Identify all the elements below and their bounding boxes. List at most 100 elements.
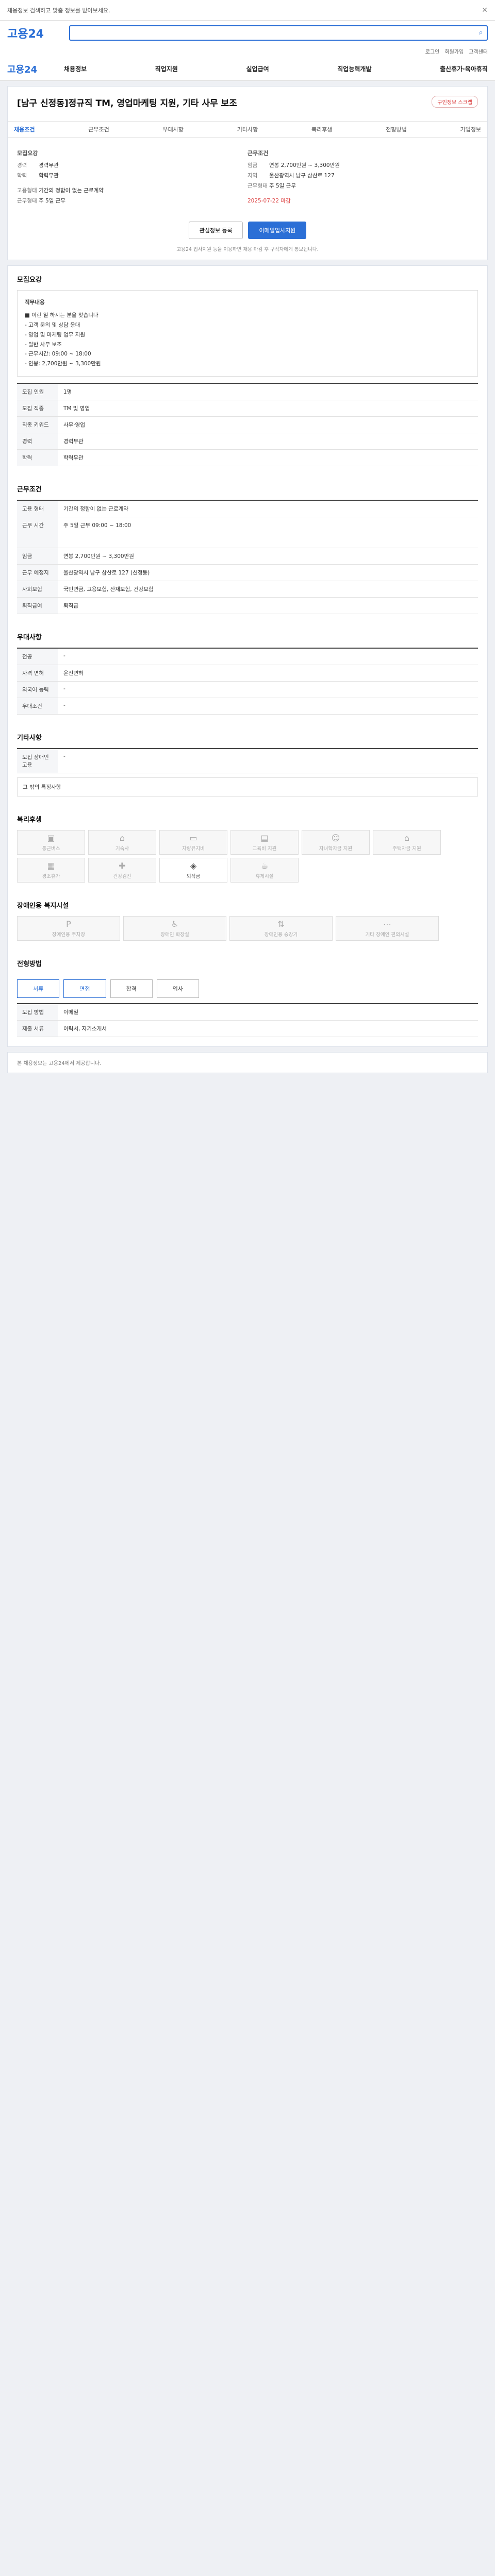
toilet-icon: ♿ [171, 919, 179, 929]
table-row: 제출 서류 이력서, 자기소개서 [17, 1021, 478, 1038]
row-value: 이력서, 자기소개서 [63, 1026, 107, 1032]
row-value: 경력무관 [63, 438, 84, 445]
elevator-icon: ⇅ [277, 919, 285, 929]
row-label: 모집 인원 [17, 384, 58, 400]
step-join: 입사 [156, 979, 199, 998]
page-title: [남구 신정동]정규직 TM, 영업마케팅 지원, 기타 사무 보조 [17, 98, 237, 109]
list-item: ☕ 휴게시설 [230, 858, 299, 883]
nav-training[interactable]: 직업능력개발 [337, 64, 371, 73]
list-item: ▤ 교육비 지원 [230, 830, 299, 855]
notice-text: 채용정보 검색하고 맞춤 정보를 받아보세요. [7, 7, 110, 14]
apply-button[interactable]: 이메일입사지원 [248, 222, 307, 239]
search-icon[interactable]: ⌕ [479, 29, 483, 37]
row-label: 경력 [17, 433, 58, 450]
tab-etc[interactable]: 기타사항 [237, 125, 258, 133]
section-disab-title: 장애인용 복지시설 [17, 902, 69, 910]
etc-icon: ⋯ [383, 919, 391, 929]
section-recruit-title: 모집요강 [17, 276, 42, 284]
kv-value: 주 5일 근무 [269, 183, 296, 189]
disab-label: 장애인용 승강기 [264, 932, 298, 938]
row-value: 퇴직금 [63, 603, 78, 609]
tab-welfare[interactable]: 복리후생 [311, 125, 332, 133]
pref-table: 전공 - 자격 면허 운전면허 외국어 능력 - 우대조건 - [17, 648, 478, 715]
list-item: ⌂ 주택자금 지원 [373, 830, 441, 855]
table-row: 모집 직종 TM 및 영업 [17, 400, 478, 417]
row-value: 1명 [63, 389, 72, 396]
tab-company[interactable]: 기업정보 [460, 125, 481, 133]
job-description: 직무내용 ■ 이런 일 하시는 분을 찾습니다 - 고객 문의 및 상담 응대 … [17, 290, 478, 377]
disab-list: P 장애인용 주차장 ♿ 장애인 화장실 ⇅ 장애인용 승강기 ⋯ 기타 장애인 편의시… [17, 916, 478, 941]
apply-note: 고용24 입사지원 등을 이용하면 채용 마감 후 구직자에게 통보됩니다. [176, 247, 319, 252]
kv-value: 주 5일 근무 [39, 198, 65, 204]
help-link[interactable]: 고객센터 [469, 47, 488, 55]
kv-value: 기간의 정함이 없는 근로계약 [39, 188, 104, 194]
kv-label: 임금 [248, 162, 258, 168]
parking-icon: P [66, 919, 71, 929]
nav-logo[interactable]: 고용24 [7, 62, 64, 76]
section-tabs: 채용조건 근무조건 우대사항 기타사항 복리후생 전형방법 기업정보 [8, 121, 487, 138]
welfare-label: 교육비 지원 [252, 846, 277, 852]
row-value: - [63, 702, 65, 709]
row-label: 제출 서류 [17, 1021, 58, 1037]
table-row: 사회보험 국민연금, 고용보험, 산재보험, 건강보험 [17, 581, 478, 598]
row-value: - [63, 653, 65, 659]
table-row: 자격 면허 운전면허 [17, 665, 478, 682]
site-logo[interactable]: 고용24 [7, 25, 64, 41]
summary-left-title: 모집요강 [17, 150, 38, 157]
row-value: 운전면허 [63, 670, 84, 677]
row-value: 국민연금, 고용보험, 산재보험, 건강보험 [63, 586, 154, 593]
deadline-text: 2025-07-22 마감 [248, 198, 291, 204]
process-steps: 서류 면접 합격 입사 [17, 974, 478, 1003]
row-value: - [63, 753, 65, 760]
bus-icon: ▣ [47, 833, 55, 843]
close-icon[interactable]: ✕ [482, 6, 488, 14]
section-work-title: 근무조건 [17, 486, 42, 494]
welfare-list: ▣ 통근버스 ⌂ 기숙사 ▭ 차량유지비 ▤ 교육비 지원 ☺ 자녀학자금 지원 ⌂ 주택자… [17, 830, 478, 883]
list-item: P 장애인용 주차장 [17, 916, 120, 941]
signup-link[interactable]: 회원가입 [444, 47, 464, 55]
save-button[interactable]: 관심정보 등록 [188, 222, 243, 239]
row-label: 근무 예정지 [17, 565, 58, 581]
row-value: 울산광역시 남구 삼산로 127 (신정동) [63, 570, 150, 577]
job-desc-text: ■ 이런 일 하시는 분을 찾습니다 - 고객 문의 및 상담 응대 - 영업 … [25, 312, 101, 367]
nav-jobs[interactable]: 채용정보 [64, 64, 87, 73]
list-item: ⇅ 장애인용 승강기 [229, 916, 333, 941]
table-row: 모집 장애인 고용 - [17, 749, 478, 774]
footer-note: 본 채용정보는 고용24에서 제공합니다. [7, 1052, 488, 1074]
list-item: ⌂ 기숙사 [88, 830, 156, 855]
job-header: 구인정보 스크랩 [남구 신정동]정규직 TM, 영업마케팅 지원, 기타 사무… [8, 87, 487, 121]
money-icon: ◈ [190, 861, 197, 871]
disab-label: 기타 장애인 편의시설 [365, 932, 409, 938]
child-icon: ☺ [331, 833, 340, 843]
kv-label: 근무형태 [248, 183, 268, 189]
kv-label: 지역 [248, 173, 258, 179]
tab-work[interactable]: 근무조건 [88, 125, 109, 133]
row-value: 학력무관 [63, 455, 84, 462]
nav-leave[interactable]: 출산휴가·육아휴직 [440, 64, 488, 73]
nav-career[interactable]: 직업지원 [155, 64, 178, 73]
scrap-button[interactable]: 구인정보 스크랩 [432, 96, 478, 108]
section-welfare-title: 복리후생 [17, 816, 42, 824]
kv-label: 경력 [17, 162, 27, 168]
login-link[interactable]: 로그인 [425, 47, 440, 55]
house-icon: ⌂ [404, 833, 410, 843]
tab-recruit[interactable]: 채용조건 [14, 125, 35, 133]
row-label: 우대조건 [17, 698, 58, 715]
table-row: 모집 인원 1명 [17, 384, 478, 401]
job-desc-label: 직무내용 [25, 299, 45, 306]
nav-benefit[interactable]: 실업급여 [246, 64, 269, 73]
section-process-title: 전형방법 [17, 960, 42, 969]
step-interview: 면접 [63, 979, 106, 998]
tab-process[interactable]: 전형방법 [386, 125, 406, 133]
row-label: 전공 [17, 649, 58, 665]
welfare-label: 통근버스 [42, 846, 60, 852]
table-row: 모집 방법 이메일 [17, 1004, 478, 1021]
kv-label: 학력 [17, 173, 27, 179]
row-label: 퇴직급여 [17, 598, 58, 614]
tab-pref[interactable]: 우대사항 [163, 125, 184, 133]
row-label: 학력 [17, 450, 58, 466]
job-summary: 모집요강 경력 경력무관 학력 학력무관 고용형태 기간의 정함이 없는 근로계약 근… [8, 138, 487, 215]
search-input[interactable]: ⌕ [69, 25, 488, 41]
row-value: - [63, 686, 65, 692]
home-icon: ⌂ [119, 833, 125, 843]
